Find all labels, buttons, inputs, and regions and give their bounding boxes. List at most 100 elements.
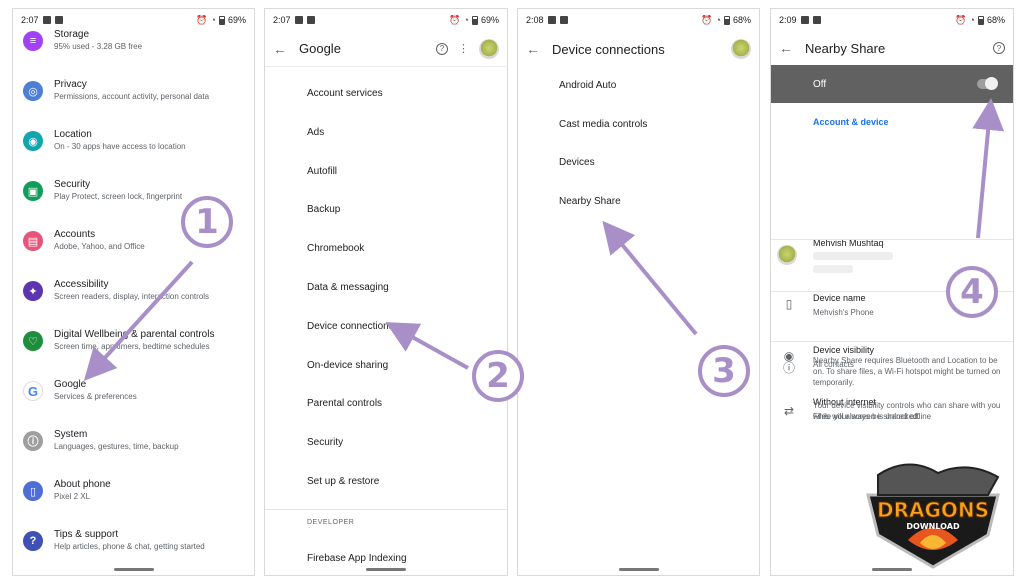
settings-item-subtitle: Services & preferences bbox=[54, 392, 137, 401]
settings-item-subtitle: Permissions, account activity, personal … bbox=[54, 92, 210, 101]
dragon-logo-icon: DRAGONS DOWNLOAD bbox=[866, 463, 1000, 569]
nav-handle[interactable] bbox=[366, 568, 406, 571]
nearby-share-toggle-bar[interactable]: Off bbox=[771, 65, 1013, 103]
wifi-icon: ◔ bbox=[210, 15, 216, 25]
notification-icon bbox=[294, 16, 303, 24]
toggle-label: Off bbox=[813, 78, 827, 90]
settings-item-title: Location bbox=[54, 129, 92, 140]
alarm-icon: ⏰ bbox=[955, 14, 967, 25]
settings-item-about-phone[interactable]: ▯ About phone Pixel 2 XL bbox=[13, 475, 254, 523]
device-name-value: Mehvish's Phone bbox=[813, 308, 874, 317]
phone-icon: ▯ bbox=[785, 297, 793, 311]
alarm-icon: ⏰ bbox=[701, 14, 713, 25]
settings-screen: 2:07 ⏰ ◔ 69% ≡ Storage 95% used - 3.28 GB fr… bbox=[12, 8, 255, 576]
device-connection-item-android-auto[interactable]: Android Auto bbox=[559, 80, 616, 91]
logo-subtext: DOWNLOAD bbox=[906, 522, 960, 531]
google-screen: 2:07 ⏰ ◔ 69% ← Google ? ⋮ Account services… bbox=[264, 8, 508, 576]
more-vert-icon[interactable]: ⋮ bbox=[458, 42, 469, 55]
dragons-download-logo: DRAGONS DOWNLOAD bbox=[848, 455, 1018, 573]
avatar bbox=[777, 245, 797, 265]
app-bar: ← Device connections bbox=[518, 31, 759, 67]
settings-item-system[interactable]: ⓘ System Languages, gestures, time, backup bbox=[13, 425, 254, 473]
divider bbox=[265, 509, 507, 510]
notification-icon bbox=[306, 16, 315, 24]
settings-item-title: Digital Wellbeing & parental controls bbox=[54, 329, 215, 340]
battery-icon bbox=[218, 15, 225, 25]
wifi-icon: ◔ bbox=[715, 15, 721, 25]
battery-level: 68% bbox=[986, 15, 1005, 25]
notification-icon bbox=[559, 16, 568, 24]
storage-icon: ≡ bbox=[23, 31, 43, 51]
settings-item-privacy[interactable]: ◎ Privacy Permissions, account activity, p… bbox=[13, 75, 254, 123]
settings-item-digital-wellbeing-parental-controls[interactable]: ♡ Digital Wellbeing & parental controls Sc… bbox=[13, 325, 254, 373]
back-arrow-icon[interactable]: ← bbox=[526, 41, 552, 57]
battery-icon bbox=[977, 15, 984, 25]
settings-item-subtitle: 95% used - 3.28 GB free bbox=[54, 42, 143, 51]
help-icon[interactable]: ? bbox=[993, 42, 1005, 54]
info-text: Nearby Share requires Bluetooth and Loca… bbox=[813, 356, 1001, 387]
logo-text: DRAGONS bbox=[877, 498, 989, 522]
google-item-security[interactable]: Security bbox=[307, 437, 343, 448]
alarm-icon: ⏰ bbox=[196, 14, 208, 25]
help-icon: ? bbox=[23, 531, 43, 551]
status-time: 2:09 bbox=[779, 15, 797, 25]
google-item-autofill[interactable]: Autofill bbox=[307, 166, 337, 177]
google-item-data-messaging[interactable]: Data & messaging bbox=[307, 282, 389, 293]
google-item-backup[interactable]: Backup bbox=[307, 204, 340, 215]
step-3-badge: 3 bbox=[698, 345, 750, 397]
nearby-share-switch[interactable] bbox=[977, 77, 998, 90]
notification-icon bbox=[54, 16, 63, 24]
notification-icon bbox=[812, 16, 821, 24]
info-icon: ⓘ bbox=[782, 360, 795, 375]
device-connections-screen: 2:08 ⏰ ◔ 68% ← Device connections Android … bbox=[517, 8, 760, 576]
visibility-title: Device visibility bbox=[813, 345, 875, 355]
status-time: 2:07 bbox=[21, 15, 39, 25]
accounts-icon: ▤ bbox=[23, 231, 43, 251]
back-arrow-icon[interactable]: ← bbox=[779, 40, 805, 56]
device-connection-item-devices[interactable]: Devices bbox=[559, 157, 595, 168]
settings-item-title: Storage bbox=[54, 29, 90, 40]
settings-item-location[interactable]: ◉ Location On - 30 apps have access to loc… bbox=[13, 125, 254, 173]
settings-item-google[interactable]: G Google Services & preferences bbox=[13, 375, 254, 423]
wellbeing-icon: ♡ bbox=[23, 331, 43, 351]
google-item-on-device-sharing[interactable]: On-device sharing bbox=[307, 360, 388, 371]
page-title: Device connections bbox=[552, 41, 665, 57]
app-bar: ← Nearby Share ? bbox=[771, 31, 1013, 65]
alarm-icon: ⏰ bbox=[449, 14, 461, 25]
step-2-badge: 2 bbox=[472, 350, 524, 402]
avatar[interactable] bbox=[479, 38, 499, 59]
settings-item-subtitle: Screen time, app timers, bedtime schedul… bbox=[54, 342, 210, 351]
device-connection-item-cast-media-controls[interactable]: Cast media controls bbox=[559, 119, 647, 130]
google-item-firebase[interactable]: Firebase App Indexing bbox=[307, 553, 407, 564]
section-header: Account & device bbox=[813, 117, 889, 127]
status-bar: 2:07 ⏰ ◔ 69% bbox=[265, 9, 507, 31]
status-bar: 2:08 ⏰ ◔ 68% bbox=[518, 9, 759, 31]
battery-icon bbox=[471, 15, 478, 25]
google-item-chromebook[interactable]: Chromebook bbox=[307, 243, 364, 254]
settings-item-title: Google bbox=[54, 379, 87, 390]
help-icon[interactable]: ? bbox=[436, 42, 448, 55]
google-item-device-connections[interactable]: Device connections bbox=[307, 321, 394, 332]
device-connection-item-nearby-share[interactable]: Nearby Share bbox=[559, 196, 621, 207]
notification-icon bbox=[800, 16, 809, 24]
settings-item-subtitle: Pixel 2 XL bbox=[54, 492, 91, 501]
nav-handle[interactable] bbox=[618, 568, 659, 571]
battery-icon bbox=[723, 15, 730, 25]
settings-item-title: Security bbox=[54, 179, 91, 190]
settings-item-storage[interactable]: ≡ Storage 95% used - 3.28 GB free bbox=[13, 25, 254, 73]
avatar[interactable] bbox=[731, 39, 751, 59]
settings-item-accessibility[interactable]: ✦ Accessibility Screen readers, display, i… bbox=[13, 275, 254, 323]
google-icon: G bbox=[23, 381, 43, 401]
notification-icon bbox=[547, 16, 556, 24]
google-item-ads[interactable]: Ads bbox=[307, 127, 324, 138]
system-icon: ⓘ bbox=[23, 431, 43, 451]
nav-handle[interactable] bbox=[113, 568, 154, 571]
google-item-parental-controls[interactable]: Parental controls bbox=[307, 398, 382, 409]
device-name-title: Device name bbox=[813, 293, 866, 303]
google-item-set-up-restore[interactable]: Set up & restore bbox=[307, 476, 379, 487]
google-item-account-services[interactable]: Account services bbox=[307, 88, 383, 99]
settings-item-tips-support[interactable]: ? Tips & support Help articles, phone & ch… bbox=[13, 525, 254, 573]
back-arrow-icon[interactable]: ← bbox=[273, 41, 299, 57]
page-title: Google bbox=[299, 41, 341, 56]
settings-item-subtitle: On - 30 apps have access to location bbox=[54, 142, 186, 151]
